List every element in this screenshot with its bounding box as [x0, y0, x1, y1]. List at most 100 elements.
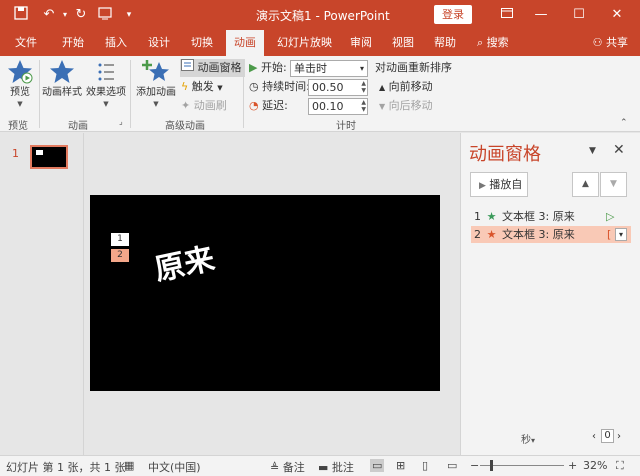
status-bar: 幻灯片 第 1 张，共 1 张 ▦ 中文(中国) ≜ 备注 ▬ 批注 ▭ ⊞ ▯… — [0, 455, 640, 476]
collapse-ribbon-icon[interactable]: ⌃ — [620, 118, 628, 128]
play-icon: ▶ — [479, 181, 486, 191]
animation-painter-label: 动画刷 — [193, 99, 227, 112]
animation-list-item[interactable]: 1 ★ 文本框 3: 原来 ▷ — [471, 208, 631, 225]
customize-toolbar-icon[interactable]: ▾ — [120, 6, 138, 24]
animation-pane-button[interactable]: 动画窗格 — [180, 59, 245, 77]
zoom-slider-thumb[interactable] — [490, 460, 493, 471]
redo-icon[interactable]: ↻ — [72, 6, 90, 24]
present-from-start-icon[interactable] — [96, 6, 114, 24]
ribbon-tabs: 文件 开始 插入 设计 切换 动画 幻灯片放映 审阅 视图 帮助 ⌕ 搜索 ⚇ … — [0, 30, 640, 56]
move-down-button[interactable]: ▼ — [600, 172, 627, 197]
language-label[interactable]: 中文(中国) — [148, 459, 201, 475]
fit-to-window-icon[interactable]: ⛶ — [616, 459, 624, 473]
maximize-icon[interactable]: ☐ — [562, 0, 596, 30]
reading-view-icon[interactable]: ▯ — [422, 459, 428, 472]
animation-tag-selected[interactable]: 2 — [111, 249, 129, 262]
preview-button[interactable]: 预览 ▼ — [6, 58, 34, 108]
zoom-level[interactable]: 32% — [583, 459, 607, 472]
item-number: 2 — [474, 228, 481, 241]
group-label-advanced: 高级动画 — [165, 121, 205, 132]
star-icon — [42, 58, 82, 86]
move-earlier-button[interactable]: ▲ 向前移动 — [379, 78, 433, 96]
tab-slideshow[interactable]: 幻灯片放映 — [273, 30, 336, 56]
add-animation-button[interactable]: 添加动画 ▼ — [134, 58, 178, 108]
trigger-button[interactable]: ϟ 触发 ▼ — [181, 78, 223, 96]
start-select[interactable]: 单击时 ▾ — [290, 60, 368, 77]
person-icon: ⚇ — [592, 36, 603, 49]
triangle-up-icon: ▲ — [379, 83, 386, 92]
notes-button[interactable]: ≜ 备注 — [270, 459, 305, 475]
tab-review[interactable]: 审阅 — [346, 30, 376, 56]
move-later-button[interactable]: ▼ 向后移动 — [379, 97, 433, 115]
seconds-label: 秒▾ — [521, 435, 536, 446]
move-up-button[interactable]: ▲ — [572, 172, 599, 197]
tab-search[interactable]: ⌕ 搜索 — [473, 30, 513, 56]
slide-thumbnail[interactable] — [30, 145, 68, 169]
dialog-launcher-icon[interactable]: ⌟ — [119, 117, 123, 126]
login-button[interactable]: 登录 — [434, 5, 472, 24]
pane-options-icon[interactable]: ▼ — [589, 146, 596, 156]
slide-sorter-icon[interactable]: ⊞ — [396, 459, 405, 472]
slide-canvas[interactable] — [90, 195, 440, 391]
delay-label-row: ◔ 延迟: — [249, 97, 288, 115]
search-label: 搜索 — [486, 36, 509, 49]
tab-transitions[interactable]: 切换 — [187, 30, 217, 56]
ribbon-display-icon[interactable] — [490, 0, 524, 30]
share-button[interactable]: ⚇ 共享 — [593, 30, 628, 56]
animation-list-item-selected[interactable]: 2 ★ 文本框 3: 原来 [ ▾ — [471, 226, 631, 243]
save-icon[interactable] — [12, 6, 30, 24]
triangle-up-icon: ▲ — [582, 179, 589, 189]
animation-painter-button[interactable]: ✦ 动画刷 — [181, 97, 227, 115]
close-icon[interactable]: ✕ — [600, 0, 634, 30]
animation-styles-button[interactable]: 动画样式 — [42, 58, 82, 100]
item-label: 文本框 3: 原来 — [502, 210, 575, 223]
chevron-right-icon[interactable]: › — [617, 431, 621, 442]
group-divider — [130, 60, 131, 128]
notes-label: 备注 — [282, 461, 305, 474]
move-later-label: 向后移动 — [388, 99, 433, 112]
minimize-icon[interactable]: — — [524, 0, 558, 30]
effect-options-button[interactable]: 效果选项 ▼ — [86, 58, 126, 108]
timeline-zoom-value: 0 — [601, 429, 614, 443]
chevron-down-icon: ▼ — [103, 100, 109, 108]
play-icon: ▶ — [249, 61, 258, 74]
effect-options-label: 效果选项 — [86, 87, 126, 98]
duration-input[interactable]: 00.50 ▲ ▼ — [308, 79, 368, 96]
close-icon[interactable]: ✕ — [613, 142, 625, 158]
chevron-down-icon: ▼ — [17, 100, 23, 108]
spinner-icon[interactable]: ▲ ▼ — [361, 80, 366, 94]
group-divider — [243, 60, 244, 128]
delay-value: 00.10 — [312, 100, 344, 113]
timeline-bar-icon: [ — [607, 228, 612, 241]
slideshow-icon[interactable]: ▭ — [447, 459, 457, 472]
spellcheck-icon[interactable]: ▦ — [124, 459, 134, 472]
normal-view-icon[interactable]: ▭ — [370, 459, 385, 472]
item-dropdown-icon[interactable]: ▾ — [615, 228, 627, 241]
tab-file[interactable]: 文件 — [11, 30, 41, 56]
item-label: 文本框 3: 原来 — [502, 228, 575, 241]
zoom-out-icon[interactable]: − — [470, 459, 479, 472]
add-animation-icon — [134, 58, 178, 86]
tab-design[interactable]: 设计 — [144, 30, 174, 56]
tab-home[interactable]: 开始 — [58, 30, 88, 56]
ribbon: 预览 ▼ 预览 动画样式 效果选项 ▼ 动画 ⌟ 添加动画 ▼ 动画窗格 ϟ 触… — [0, 56, 640, 132]
animation-tag[interactable]: 1 — [111, 233, 129, 246]
item-number: 1 — [474, 210, 481, 223]
chevron-left-icon[interactable]: ‹ — [592, 431, 596, 442]
tab-animations[interactable]: 动画 — [226, 30, 264, 56]
comments-button[interactable]: ▬ 批注 — [318, 459, 354, 475]
play-from-label: 播放自 — [489, 178, 523, 191]
tab-insert[interactable]: 插入 — [101, 30, 131, 56]
zoom-in-icon[interactable]: + — [568, 459, 577, 472]
triangle-down-icon: ▼ — [610, 179, 617, 189]
group-divider — [39, 60, 40, 128]
chevron-down-icon: ▼ — [153, 100, 159, 108]
start-label-row: ▶ 开始: — [249, 59, 287, 77]
delay-input[interactable]: 00.10 ▲ ▼ — [308, 98, 368, 115]
preview-star-icon — [6, 58, 34, 86]
play-from-button[interactable]: ▶ 播放自 — [470, 172, 528, 197]
tab-help[interactable]: 帮助 — [430, 30, 460, 56]
tab-view[interactable]: 视图 — [388, 30, 418, 56]
duration-value: 00.50 — [312, 81, 344, 94]
spinner-icon[interactable]: ▲ ▼ — [361, 99, 366, 113]
